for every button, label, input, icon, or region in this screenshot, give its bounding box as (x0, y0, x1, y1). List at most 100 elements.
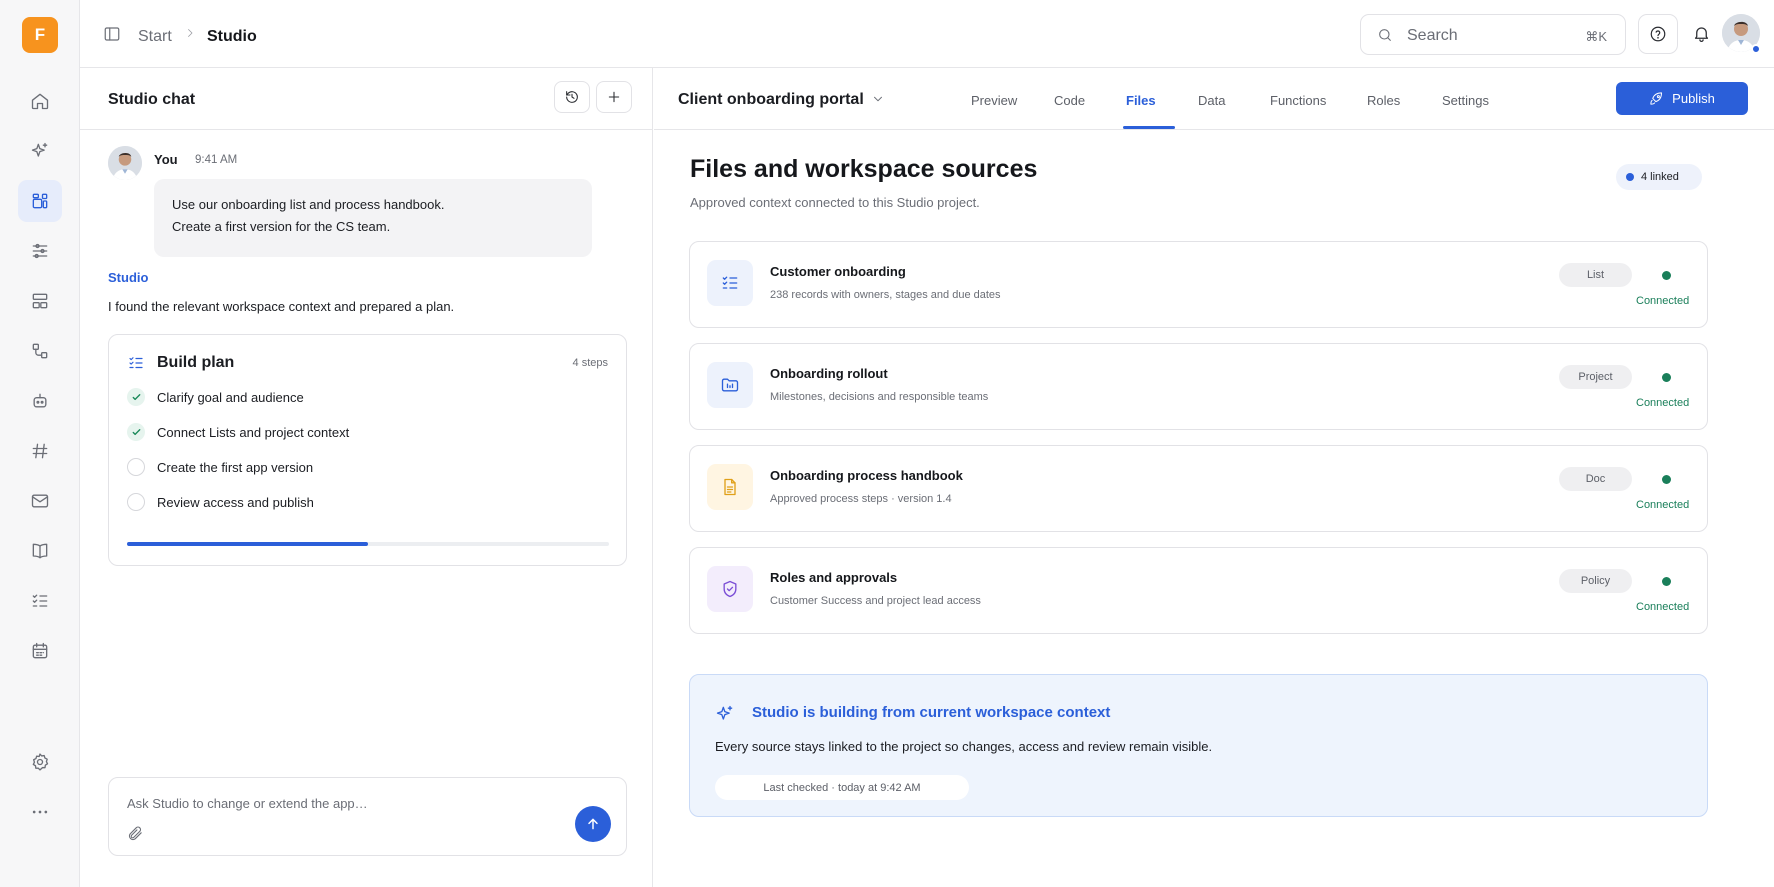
studio-grid-icon[interactable] (18, 180, 62, 222)
chat-title: Studio chat (108, 91, 196, 108)
hash-icon[interactable] (18, 430, 62, 472)
search-placeholder: Search (1407, 27, 1458, 44)
status-dot (1626, 173, 1634, 181)
left-rail: F (0, 0, 80, 887)
home-icon[interactable] (18, 80, 62, 122)
chevron-right-icon (184, 27, 196, 39)
reply-author: Studio (108, 270, 149, 285)
source-card[interactable]: Onboarding process handbook Approved pro… (689, 445, 1708, 532)
rocket-icon (1649, 91, 1672, 106)
source-card[interactable]: Onboarding rollout Milestones, decisions… (689, 343, 1708, 430)
tab-functions[interactable]: Functions (1270, 93, 1326, 108)
tab-roles[interactable]: Roles (1367, 93, 1400, 108)
history-button[interactable] (554, 81, 590, 113)
app-logo[interactable]: F (22, 17, 58, 53)
settings-icon[interactable] (18, 741, 62, 783)
search-input[interactable]: Search ⌘K (1360, 14, 1626, 55)
checklist-icon[interactable] (18, 580, 62, 622)
sparkles-icon (715, 704, 735, 724)
bot-icon[interactable] (18, 380, 62, 422)
source-tile (707, 566, 753, 612)
paperclip-icon[interactable] (127, 825, 144, 842)
help-icon (1649, 25, 1667, 43)
context-banner: Studio is building from current workspac… (689, 674, 1708, 817)
plus-icon (606, 89, 622, 105)
reply-text: I found the relevant workspace context a… (108, 299, 455, 314)
tab-settings[interactable]: Settings (1442, 93, 1489, 108)
shield-check-icon (720, 579, 740, 599)
tab-data[interactable]: Data (1198, 93, 1225, 108)
checklist-icon (127, 354, 145, 372)
tab-preview[interactable]: Preview (971, 93, 1017, 108)
source-tile (707, 464, 753, 510)
sidebar-toggle-icon[interactable] (103, 25, 121, 43)
source-tile (707, 260, 753, 306)
plan-progress-bar (127, 542, 609, 546)
status-dot (1662, 577, 1671, 586)
linked-count-badge: 4 linked (1616, 164, 1702, 190)
source-status: Connected (1636, 499, 1690, 511)
source-card[interactable]: Customer onboarding 238 records with own… (689, 241, 1708, 328)
sliders-icon[interactable] (18, 230, 62, 272)
bell-icon[interactable] (1692, 24, 1711, 43)
source-type-badge: List (1559, 263, 1632, 287)
status-dot (1662, 271, 1671, 280)
source-name: Onboarding process handbook (770, 468, 963, 483)
breadcrumb-start[interactable]: Start (138, 28, 172, 46)
help-button[interactable] (1638, 14, 1678, 54)
more-icon[interactable] (18, 791, 62, 833)
check-icon (127, 388, 145, 406)
divider (80, 129, 653, 130)
plan-step: Connect Lists and project context (127, 422, 349, 442)
publish-button[interactable]: Publish (1616, 82, 1748, 115)
source-status: Connected (1636, 295, 1690, 307)
page-title: Files and workspace sources (690, 155, 1038, 183)
linked-count-label: 4 linked (1641, 171, 1679, 183)
user-message-bubble: Use our onboarding list and process hand… (154, 179, 592, 257)
source-tile (707, 362, 753, 408)
plan-step: Clarify goal and audience (127, 387, 304, 407)
book-icon[interactable] (18, 530, 62, 572)
flow-icon[interactable] (18, 330, 62, 372)
calendar-icon[interactable] (18, 630, 62, 672)
plan-step-label: Connect Lists and project context (157, 424, 350, 440)
banner-title: Studio is building from current workspac… (752, 704, 1111, 721)
avatar (108, 146, 142, 180)
message-author: You (154, 152, 178, 167)
status-dot (1662, 373, 1671, 382)
plan-step-count: 4 steps (572, 357, 608, 369)
plan-step-label: Clarify goal and audience (157, 389, 304, 405)
source-description: Milestones, decisions and responsible te… (770, 391, 989, 403)
send-button[interactable] (575, 806, 611, 842)
search-icon (1377, 27, 1393, 43)
document-icon (720, 477, 740, 497)
checklist-icon (720, 273, 740, 293)
mail-icon[interactable] (18, 480, 62, 522)
main-panel: Client onboarding portal Preview Code Fi… (654, 68, 1774, 887)
message-line: Create a first version for the CS team. (172, 219, 391, 234)
plan-title: Build plan (157, 354, 235, 371)
publish-label: Publish (1672, 91, 1715, 106)
tab-code[interactable]: Code (1054, 93, 1085, 108)
empty-circle-icon (127, 493, 145, 511)
last-checked-pill: Last checked · today at 9:42 AM (715, 775, 969, 800)
chat-composer[interactable]: Ask Studio to change or extend the app… (108, 777, 627, 856)
project-name[interactable]: Client onboarding portal (678, 91, 864, 109)
status-dot (1662, 475, 1671, 484)
empty-circle-icon (127, 458, 145, 476)
source-card[interactable]: Roles and approvals Customer Success and… (689, 547, 1708, 634)
message-line: Use our onboarding list and process hand… (172, 197, 445, 212)
source-type-badge: Policy (1559, 569, 1632, 593)
layout-icon[interactable] (18, 280, 62, 322)
source-name: Roles and approvals (770, 570, 898, 585)
search-shortcut: ⌘K (1585, 29, 1607, 44)
source-type-badge: Project (1559, 365, 1632, 389)
chevron-down-icon[interactable] (871, 92, 885, 106)
sparkles-icon[interactable] (18, 130, 62, 172)
check-icon (127, 423, 145, 441)
tab-files[interactable]: Files (1126, 93, 1156, 108)
build-plan-card: Build plan 4 steps Clarify goal and audi… (108, 334, 627, 566)
composer-placeholder[interactable]: Ask Studio to change or extend the app… (127, 796, 368, 811)
new-chat-button[interactable] (596, 81, 632, 113)
divider (654, 129, 1774, 130)
